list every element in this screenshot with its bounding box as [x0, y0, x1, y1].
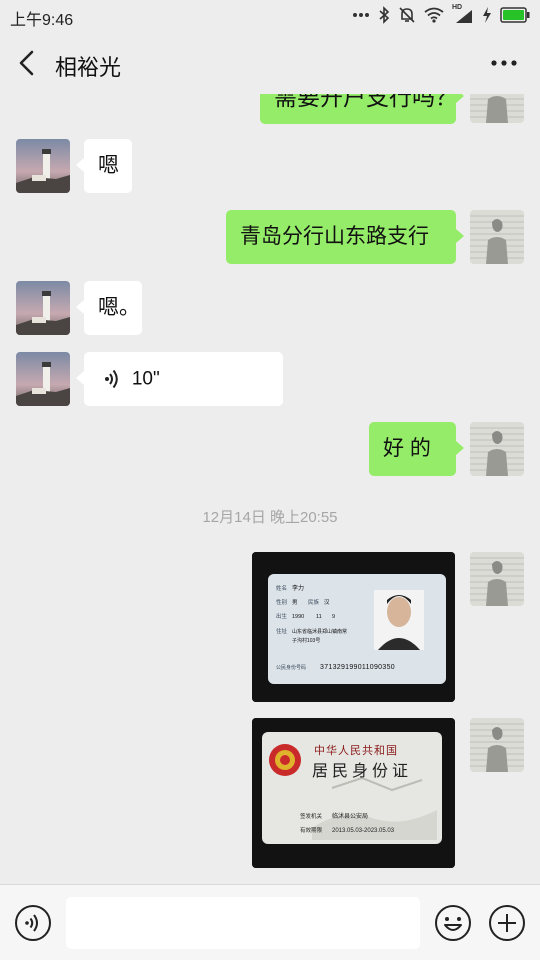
- lighthouse-avatar-icon: [16, 352, 70, 406]
- wifi-icon: [424, 7, 444, 23]
- mute-icon: [398, 6, 416, 24]
- id-number: 371329199011090350: [320, 664, 395, 671]
- id-birth-year: 1990: [292, 614, 304, 620]
- emoji-button[interactable]: [434, 904, 472, 942]
- voice-message-bubble[interactable]: 10": [76, 352, 283, 406]
- message-bubble-incoming[interactable]: 嗯。: [76, 281, 142, 335]
- status-time: 上午9:46: [10, 12, 74, 29]
- chat-header: 相裕光: [0, 32, 540, 94]
- id-authority: 临沭县公安局: [332, 812, 368, 820]
- id-address-line1: 山东省临沭县郑山镇南常: [292, 628, 347, 635]
- id-ethnicity-label: 民族: [308, 598, 320, 606]
- voice-input-icon: [15, 905, 51, 941]
- plus-icon: [489, 905, 525, 941]
- message-bubble-outgoing[interactable]: 青岛分行山东路支行: [226, 210, 464, 264]
- message-text: 好 的: [383, 437, 431, 460]
- contact-avatar[interactable]: [16, 139, 70, 193]
- message-list[interactable]: 需要开户支行吗？ 嗯 青岛分行山东路支行 嗯。 10" 好 的 12月14日 晚…: [0, 94, 540, 884]
- id-ethnicity: 汉: [324, 598, 330, 606]
- id-birth-label: 出生: [276, 612, 288, 620]
- charging-icon: [482, 7, 492, 23]
- message-text: 青岛分行山东路支行: [240, 225, 429, 248]
- sketch-avatar-icon: [470, 718, 524, 772]
- chat-title[interactable]: 相裕光: [55, 50, 121, 82]
- back-chevron-icon: [19, 50, 34, 76]
- id-sex-label: 性别: [276, 598, 287, 606]
- id-name: 李力: [292, 584, 304, 592]
- status-icons: HD: [352, 4, 530, 24]
- voice-duration: 10": [131, 368, 160, 390]
- id-card-title: 居民身份证: [312, 762, 412, 780]
- message-bubble-outgoing[interactable]: 需要开户支行吗？: [260, 94, 464, 124]
- more-dots-icon: [491, 60, 517, 66]
- sketch-avatar-icon: [470, 210, 524, 264]
- message-timestamp: 12月14日 晚上20:55: [202, 509, 338, 526]
- message-bubble-incoming[interactable]: 嗯: [76, 139, 132, 193]
- bluetooth-icon: [378, 6, 390, 24]
- image-message-id-front[interactable]: 姓名 李力 性别 男 民族 汉 出生 1990 11 9 住址 山东省临沭县郑山…: [252, 552, 455, 702]
- id-validity-label: 有效期限: [300, 826, 323, 834]
- sketch-avatar-icon: [470, 422, 524, 476]
- more-functions-button[interactable]: [488, 904, 526, 942]
- my-avatar[interactable]: [470, 552, 524, 606]
- my-avatar[interactable]: [470, 94, 524, 123]
- my-avatar[interactable]: [470, 210, 524, 264]
- dots-icon: [352, 12, 370, 18]
- id-address-line2: 子沟村103号: [292, 637, 320, 644]
- message-text: 嗯。: [98, 296, 140, 319]
- contact-avatar[interactable]: [16, 281, 70, 335]
- input-bar: [0, 884, 540, 960]
- more-button[interactable]: [486, 48, 522, 78]
- lighthouse-avatar-icon: [16, 139, 70, 193]
- message-text: 嗯: [98, 154, 119, 177]
- message-text: 需要开户支行吗？: [274, 94, 458, 110]
- id-sex: 男: [292, 599, 298, 606]
- battery-icon: [500, 7, 530, 23]
- my-avatar[interactable]: [470, 718, 524, 772]
- sketch-avatar-icon: [470, 94, 524, 123]
- voice-input-button[interactable]: [14, 904, 52, 942]
- message-bubble-outgoing[interactable]: 好 的: [369, 422, 464, 476]
- voice-wave-icon: [105, 370, 118, 389]
- image-message-id-back[interactable]: 中华人民共和国 居民身份证 签发机关 临沭县公安局 有效期限 2013.05.0…: [252, 718, 455, 868]
- id-authority-label: 签发机关: [300, 812, 323, 820]
- sketch-avatar-icon: [470, 552, 524, 606]
- id-birth-day: 9: [332, 614, 335, 620]
- id-birth-month: 11: [316, 614, 322, 620]
- signal-icon: HD: [452, 4, 474, 24]
- id-card-front-image: 姓名 李力 性别 男 民族 汉 出生 1990 11 9 住址 山东省临沭县郑山…: [252, 552, 455, 702]
- id-address-label: 住址: [276, 627, 288, 635]
- back-button[interactable]: [12, 48, 42, 78]
- contact-avatar[interactable]: [16, 352, 70, 406]
- my-avatar[interactable]: [470, 422, 524, 476]
- message-input[interactable]: [66, 897, 420, 949]
- id-name-label: 姓名: [276, 584, 287, 592]
- id-card-back-image: 中华人民共和国 居民身份证 签发机关 临沭县公安局 有效期限 2013.05.0…: [252, 718, 455, 868]
- lighthouse-avatar-icon: [16, 281, 70, 335]
- status-bar: 上午9:46 HD: [0, 0, 540, 32]
- id-validity: 2013.05.03-2023.05.03: [332, 828, 395, 834]
- id-country: 中华人民共和国: [314, 743, 398, 757]
- emoji-icon: [435, 905, 471, 941]
- id-number-label: 公民身份号码: [276, 664, 306, 671]
